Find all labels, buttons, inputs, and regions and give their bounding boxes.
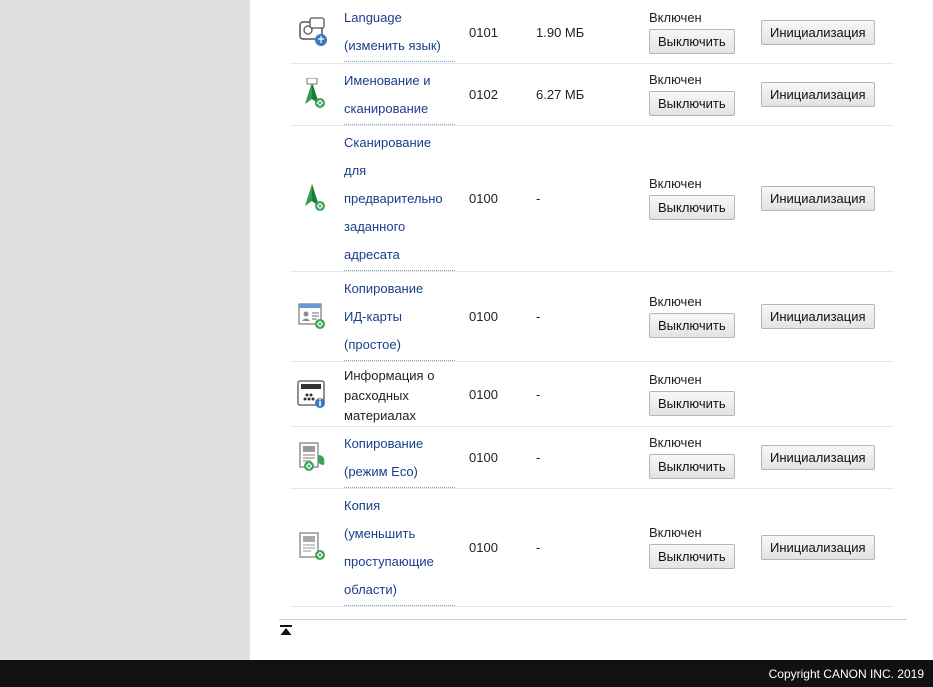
initialize-button[interactable]: Инициализация — [761, 20, 875, 45]
app-name-line: материалах — [344, 408, 416, 423]
initialize-button[interactable]: Инициализация — [761, 535, 875, 560]
app-name-line: адресата — [344, 247, 400, 262]
size-value: - — [536, 540, 541, 555]
initialize-button[interactable]: Инициализация — [761, 186, 875, 211]
table-bottom-divider — [279, 619, 907, 620]
app-name-line: ИД-карты — [344, 309, 402, 324]
size-value: - — [536, 450, 541, 465]
app-name-consumables-info: Информация о расходных материалах — [344, 365, 455, 426]
app-name-line: Информация о — [344, 368, 435, 383]
disable-button[interactable]: Выключить — [649, 391, 735, 416]
size-value: - — [536, 309, 541, 324]
app-name-line: сканирование — [344, 101, 429, 116]
version-value: 0100 — [469, 387, 498, 402]
initialize-button[interactable]: Инициализация — [761, 304, 875, 329]
app-name-line: Language — [344, 10, 402, 25]
app-row-eco-copy: Копирование (режим Eco) 0100 - Включен В… — [290, 426, 894, 489]
app-name-line: (простое) — [344, 337, 401, 352]
scan-preset-destination-icon — [296, 182, 328, 214]
left-sidebar — [0, 0, 250, 660]
status-text: Включен — [649, 435, 702, 450]
app-row-consumables-info: Информация о расходных материалах 0100 -… — [290, 361, 894, 427]
app-name-line: заданного — [344, 219, 406, 234]
app-name-line: Именование и — [344, 73, 431, 88]
status-text: Включен — [649, 525, 702, 540]
disable-button[interactable]: Выключить — [649, 454, 735, 479]
version-value: 0100 — [469, 309, 498, 324]
initialize-button[interactable]: Инициализация — [761, 445, 875, 470]
app-row-scan-preset-destination: Сканирование для предварительно заданног… — [290, 125, 894, 272]
size-value: 1.90 МБ — [536, 25, 585, 40]
app-row-language: Language (изменить язык) 0101 1.90 МБ Вк… — [290, 0, 894, 64]
disable-button[interactable]: Выключить — [649, 544, 735, 569]
app-name-line: расходных — [344, 388, 409, 403]
app-name-line: Копия — [344, 498, 381, 513]
status-text: Включен — [649, 10, 702, 25]
status-text: Включен — [649, 72, 702, 87]
version-value: 0100 — [469, 540, 498, 555]
app-name-line: области) — [344, 582, 397, 597]
app-name-line: проступающие — [344, 554, 434, 569]
version-value: 0102 — [469, 87, 498, 102]
size-value: 6.27 МБ — [536, 87, 585, 102]
app-row-reduce-bleed-copy: Копия (уменьшить проступающие области) 0… — [290, 488, 894, 607]
size-value: - — [536, 191, 541, 206]
scan-naming-icon — [296, 78, 328, 110]
reduce-bleed-copy-icon — [296, 531, 328, 563]
app-link-scan-naming[interactable]: Именование и сканирование — [344, 67, 455, 125]
back-to-top-icon[interactable] — [280, 625, 292, 637]
disable-button[interactable]: Выключить — [649, 29, 735, 54]
app-link-language[interactable]: Language (изменить язык) — [344, 4, 455, 62]
app-name-line: (режим Eco) — [344, 464, 418, 479]
consumables-info-icon — [296, 378, 328, 410]
main-content: Language (изменить язык) 0101 1.90 МБ Вк… — [250, 0, 933, 660]
footer-bar: Copyright CANON INC. 2019 — [0, 660, 933, 687]
copyright-text: Copyright CANON INC. 2019 — [768, 667, 924, 681]
status-text: Включен — [649, 294, 702, 309]
id-card-copy-icon — [296, 300, 328, 332]
disable-button[interactable]: Выключить — [649, 91, 735, 116]
app-name-line: Сканирование — [344, 135, 432, 150]
version-value: 0100 — [469, 191, 498, 206]
initialize-button[interactable]: Инициализация — [761, 82, 875, 107]
app-row-scan-naming: Именование и сканирование 0102 6.27 МБ В… — [290, 63, 894, 126]
eco-copy-icon — [296, 441, 328, 473]
app-name-line: предварительно — [344, 191, 443, 206]
app-link-eco-copy[interactable]: Копирование (режим Eco) — [344, 430, 455, 488]
status-text: Включен — [649, 176, 702, 191]
language-icon — [296, 16, 328, 48]
status-text: Включен — [649, 372, 702, 387]
version-value: 0101 — [469, 25, 498, 40]
app-name-line: для — [344, 163, 367, 178]
disable-button[interactable]: Выключить — [649, 195, 735, 220]
app-link-id-card-copy[interactable]: Копирование ИД-карты (простое) — [344, 275, 455, 361]
app-link-scan-preset-destination[interactable]: Сканирование для предварительно заданног… — [344, 129, 455, 271]
app-name-line: Копирование — [344, 436, 424, 451]
app-row-id-card-copy: Копирование ИД-карты (простое) 0100 - Вк… — [290, 271, 894, 362]
size-value: - — [536, 387, 541, 402]
disable-button[interactable]: Выключить — [649, 313, 735, 338]
version-value: 0100 — [469, 450, 498, 465]
app-name-line: Копирование — [344, 281, 424, 296]
app-link-reduce-bleed-copy[interactable]: Копия (уменьшить проступающие области) — [344, 492, 455, 606]
app-name-line: (изменить язык) — [344, 38, 441, 53]
app-name-line: (уменьшить — [344, 526, 416, 541]
